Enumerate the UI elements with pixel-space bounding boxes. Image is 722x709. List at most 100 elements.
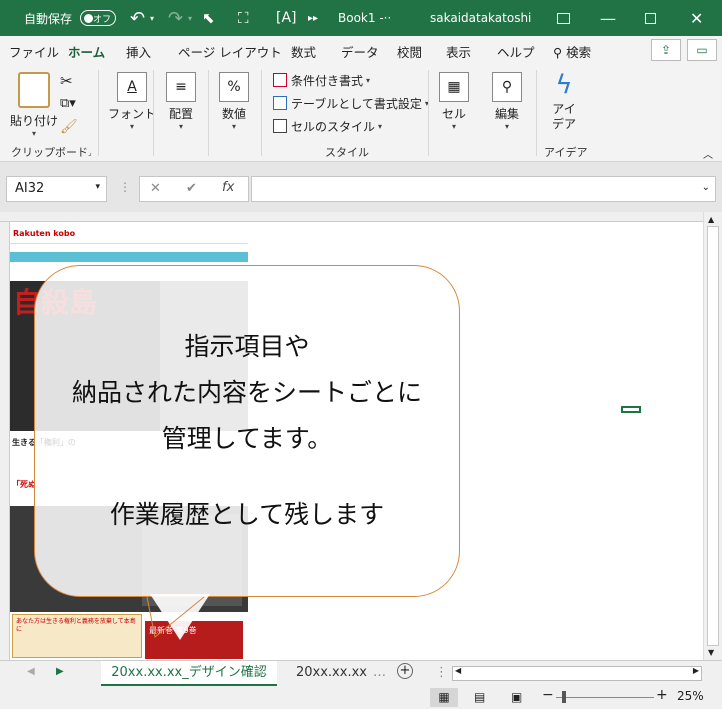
copy-icon[interactable]: ⧉▾ bbox=[60, 96, 76, 111]
conditional-format-button[interactable]: 条件付き書式 ▾ bbox=[273, 70, 370, 90]
user-name[interactable]: sakaidatakatoshi bbox=[430, 0, 531, 36]
group-styles-label: スタイル bbox=[325, 146, 369, 159]
tab-home[interactable]: ホーム bbox=[68, 42, 106, 68]
sheet-overflow-icon[interactable]: … bbox=[373, 665, 386, 680]
divider bbox=[536, 70, 537, 156]
ideas-button[interactable]: ϟ アイデア bbox=[551, 70, 577, 132]
group-ideas-label: アイデア bbox=[544, 146, 588, 159]
scroll-down-icon[interactable]: ▼ bbox=[708, 648, 714, 657]
scroll-right-icon[interactable]: ▶ bbox=[693, 666, 699, 675]
add-sheet-icon[interactable]: + bbox=[397, 663, 413, 679]
chevron-down-icon: ▾ bbox=[451, 122, 456, 131]
formula-buttons: ✕ ✔ fx bbox=[139, 176, 249, 202]
tab-data[interactable]: データ bbox=[341, 42, 379, 61]
chevron-down-icon: ▾ bbox=[130, 122, 135, 131]
zoom-level[interactable]: 25% bbox=[677, 689, 704, 703]
mock-promo-box: あなた方は生きる権利と義務を放棄して本島に bbox=[12, 614, 142, 658]
screenshot-icon[interactable]: ⛶ bbox=[238, 0, 249, 36]
cancel-icon[interactable]: ✕ bbox=[150, 181, 161, 196]
expand-formula-icon[interactable]: ⌄ bbox=[702, 182, 710, 193]
sheet-tab[interactable]: 20xx.xx.xx bbox=[296, 665, 367, 680]
cell-styles-button[interactable]: セルのスタイル ▾ bbox=[273, 116, 382, 136]
comments-icon[interactable]: ▭ bbox=[687, 39, 717, 61]
number-button[interactable]: % 数値 ▾ bbox=[219, 72, 249, 131]
undo-icon[interactable]: ↶ bbox=[130, 0, 145, 36]
sheet-tab-active[interactable]: 20xx.xx.xx_デザイン確認 bbox=[101, 661, 277, 687]
enter-icon[interactable]: ✔ bbox=[186, 181, 197, 196]
tab-review[interactable]: 校閲 bbox=[397, 42, 422, 61]
tab-splitter-icon[interactable]: ⋮ bbox=[435, 665, 448, 680]
group-clipboard-label: クリップボード bbox=[11, 146, 88, 159]
zoom-out-icon[interactable]: − bbox=[542, 687, 554, 703]
tab-page-layout[interactable]: ページ レイアウト bbox=[178, 42, 282, 61]
format-as-table-button[interactable]: テーブルとして書式設定 ▾ bbox=[273, 93, 429, 113]
cells-button[interactable]: ▦ セル ▾ bbox=[439, 72, 469, 131]
search-box[interactable]: ⚲ 検索 bbox=[553, 42, 591, 61]
mock-promo: あなた方は生きる権利と義務を放棄して本島に bbox=[16, 618, 136, 633]
ribbon-display-icon[interactable] bbox=[557, 0, 570, 36]
redo-icon[interactable]: ↷ bbox=[168, 0, 183, 36]
select-cursor-icon[interactable]: ⬉ bbox=[202, 0, 215, 36]
name-box[interactable]: AI32 ▾ bbox=[6, 176, 107, 202]
more-commands-icon[interactable]: ▸▸ bbox=[308, 0, 318, 36]
callout-line-2: 納品された内容をシートごとに bbox=[71, 378, 422, 407]
document-title: Book1 -·· bbox=[338, 11, 392, 25]
callout-tail-outline bbox=[146, 596, 205, 638]
callout-line-1: 指示項目や bbox=[184, 332, 310, 361]
paste-button[interactable]: 貼り付け ▾ bbox=[10, 72, 58, 138]
divider bbox=[261, 70, 262, 156]
maximize-icon[interactable] bbox=[645, 0, 656, 36]
chevron-down-icon: ▾ bbox=[504, 122, 509, 131]
grip-icon: ⋮ bbox=[119, 180, 131, 194]
close-icon[interactable]: ✕ bbox=[690, 0, 703, 36]
alignment-button[interactable]: ≡ 配置 ▾ bbox=[166, 72, 196, 131]
mock-brand: Rakuten kobo bbox=[13, 229, 76, 238]
normal-view-icon[interactable]: ▦ bbox=[430, 688, 458, 707]
conditional-format-icon bbox=[273, 73, 287, 87]
zoom-slider-thumb[interactable] bbox=[562, 691, 566, 703]
editing-button[interactable]: ⚲ 編集 ▾ bbox=[492, 72, 522, 131]
table-icon bbox=[273, 96, 287, 110]
chevron-down-icon: ▾ bbox=[378, 121, 383, 131]
text-box-icon[interactable]: [A] bbox=[276, 0, 297, 36]
vertical-scrollbar[interactable]: ▲ ▼ bbox=[703, 212, 722, 660]
divider bbox=[428, 70, 429, 156]
tab-file[interactable]: ファイル bbox=[9, 42, 59, 61]
tab-view[interactable]: 表示 bbox=[446, 42, 471, 61]
cut-icon[interactable]: ✂ bbox=[60, 72, 73, 90]
autosave-label: 自動保存 bbox=[24, 11, 73, 26]
scroll-thumb[interactable] bbox=[707, 226, 719, 646]
zoom-in-icon[interactable]: + bbox=[656, 687, 668, 703]
tab-help[interactable]: ヘルプ bbox=[497, 42, 535, 61]
status-bar: ▦ ▤ ▣ − + 25% bbox=[0, 686, 722, 709]
page-layout-view-icon[interactable]: ▤ bbox=[474, 688, 485, 706]
share-icon[interactable]: ⇪ bbox=[651, 39, 681, 61]
insert-function-icon[interactable]: fx bbox=[222, 180, 234, 195]
scroll-left-icon[interactable]: ◀ bbox=[455, 666, 461, 675]
redo-dropdown-icon[interactable]: ▾ bbox=[188, 0, 192, 36]
tab-formulas[interactable]: 数式 bbox=[291, 42, 316, 61]
chevron-down-icon: ▾ bbox=[32, 129, 37, 138]
cells-icon: ▦ bbox=[439, 72, 469, 102]
prev-sheet-icon[interactable]: ◀ bbox=[27, 666, 35, 677]
collapse-ribbon-icon[interactable]: ︿ bbox=[703, 146, 713, 161]
mock-search-bar bbox=[10, 252, 248, 262]
chevron-down-icon: ▾ bbox=[231, 122, 236, 131]
next-sheet-icon[interactable]: ▶ bbox=[56, 666, 64, 677]
formula-input[interactable]: ⌄ bbox=[251, 176, 716, 202]
format-painter-icon[interactable]: 🖌 bbox=[60, 119, 78, 135]
mock-header: Rakuten kobo bbox=[10, 226, 248, 244]
callout-line-3: 管理してます。 bbox=[161, 424, 333, 453]
autosave-toggle[interactable]: オフ bbox=[80, 10, 116, 26]
scroll-up-icon[interactable]: ▲ bbox=[708, 215, 714, 224]
horizontal-scrollbar[interactable]: ◀ ▶ bbox=[452, 666, 702, 681]
column-headers bbox=[0, 212, 703, 222]
dialog-launcher-icon[interactable]: ⌟ bbox=[88, 148, 92, 157]
undo-dropdown-icon[interactable]: ▾ bbox=[150, 0, 154, 36]
font-button[interactable]: A フォント ▾ bbox=[108, 72, 156, 131]
minimize-icon[interactable]: — bbox=[600, 0, 616, 36]
sheet-tabs-bar: ◀ ▶ 20xx.xx.xx_デザイン確認 20xx.xx.xx … + ⋮ ◀… bbox=[0, 660, 722, 687]
zoom-slider[interactable] bbox=[556, 697, 654, 698]
page-break-view-icon[interactable]: ▣ bbox=[511, 688, 522, 706]
tab-insert[interactable]: 挿入 bbox=[126, 42, 151, 61]
